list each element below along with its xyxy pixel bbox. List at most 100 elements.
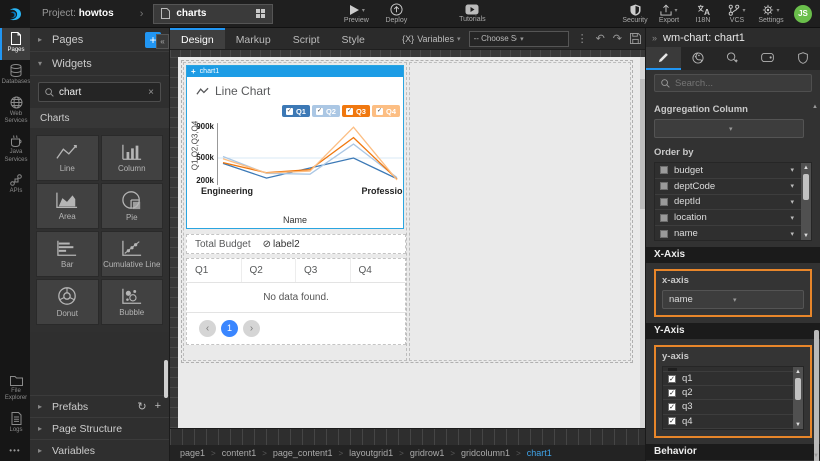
tab-events[interactable] (716, 47, 751, 70)
scroll-up-icon[interactable]: ▲ (803, 163, 809, 172)
checkbox-unchecked[interactable] (660, 166, 668, 174)
tab-styles[interactable] (681, 47, 716, 70)
scroll-thumb[interactable] (803, 174, 809, 200)
breadcrumb-chart1[interactable]: chart1 (527, 448, 552, 458)
order-chevron-icon[interactable]: ▾ (790, 166, 794, 174)
vcs-button[interactable]: ▾ VCS (720, 0, 754, 28)
order-item-budget[interactable]: budget ▾ (655, 163, 811, 179)
gridcolumn-left-outline[interactable]: + chart1 Line Chart ✓Q1 ✓Q2 (183, 62, 407, 361)
deploy-button[interactable]: Deploy (379, 0, 413, 28)
left-panel-scrollbar[interactable] (164, 360, 168, 398)
security-button[interactable]: Security (618, 0, 652, 28)
order-list-scrollbar[interactable]: ▲ ▼ (801, 163, 811, 240)
rail-item-web-services[interactable]: Web Services (0, 92, 30, 132)
save-icon[interactable] (630, 33, 641, 44)
widget-column[interactable]: Column (101, 135, 164, 181)
tab-script[interactable]: Script (282, 28, 331, 49)
collapse-right-panel-icon[interactable]: » (652, 33, 657, 43)
table-header-q4[interactable]: Q4 (351, 259, 406, 282)
legend-item-q1[interactable]: ✓Q1 (282, 105, 310, 117)
legend-item-q2[interactable]: ✓Q2 (312, 105, 340, 117)
chart-widget-header[interactable]: + chart1 (187, 66, 403, 77)
page-selector[interactable]: charts (153, 4, 273, 24)
tab-design[interactable]: Design (170, 28, 225, 49)
rail-item-pages[interactable]: Pages (0, 28, 30, 60)
checkbox-unchecked[interactable] (660, 198, 668, 206)
order-chevron-icon[interactable]: ▾ (790, 214, 794, 222)
tab-markup[interactable]: Markup (225, 28, 282, 49)
order-item-deptcode[interactable]: deptCode ▾ (655, 179, 811, 195)
design-canvas[interactable]: + chart1 Line Chart ✓Q1 ✓Q2 (178, 57, 645, 428)
rail-item-file-explorer[interactable]: File Explorer (0, 371, 30, 409)
user-avatar[interactable]: JS (794, 5, 812, 23)
scroll-up-icon[interactable]: ▲ (795, 367, 801, 376)
label-row-widget[interactable]: Total Budget ⊘ label2 (186, 234, 406, 254)
y-axis-scrollbar[interactable]: ▲ ▼ (793, 367, 803, 429)
widget-area[interactable]: Area (36, 183, 99, 229)
y-axis-item-q3[interactable]: ✓ q3 (663, 400, 803, 414)
x-axis-select[interactable]: name ▾ (662, 290, 804, 309)
rail-item-apis[interactable]: APIs (0, 170, 30, 201)
breadcrumb-page1[interactable]: page1 (180, 448, 205, 458)
checkbox-unchecked[interactable] (660, 230, 668, 238)
widget-search-input[interactable] (59, 87, 143, 98)
order-item-name[interactable]: name ▾ (655, 226, 811, 241)
i18n-button[interactable]: A I18N (686, 0, 720, 28)
widget-pie[interactable]: Pie (101, 183, 164, 229)
gridcolumn-right-outline[interactable] (409, 62, 631, 361)
layoutgrid-outline[interactable]: + chart1 Line Chart ✓Q1 ✓Q2 (181, 60, 633, 363)
pages-accordion[interactable]: ▸ Pages + (30, 28, 169, 52)
aggregation-column-select[interactable]: ▾ (654, 119, 804, 138)
clear-search-icon[interactable]: × (148, 87, 154, 98)
legend-item-q3[interactable]: ✓Q3 (342, 105, 370, 117)
rail-item-logs[interactable]: Logs (0, 408, 30, 440)
wavemaker-logo[interactable] (0, 0, 30, 28)
screen-size-select[interactable]: -- Choose Screen Size -- ▾ (469, 31, 569, 47)
order-item-deptid[interactable]: deptId ▾ (655, 195, 811, 211)
table-header-q2[interactable]: Q2 (242, 259, 297, 282)
tab-properties[interactable] (646, 47, 681, 70)
rail-item-java-services[interactable]: Java Services (0, 131, 30, 170)
tab-security[interactable] (785, 47, 820, 70)
pagination-next-icon[interactable]: › (243, 320, 260, 337)
chart-widget[interactable]: + chart1 Line Chart ✓Q1 ✓Q2 (186, 65, 404, 229)
page-structure-accordion[interactable]: ▸ Page Structure (30, 417, 169, 439)
props-scroll-up-icon[interactable]: ▲ (812, 104, 818, 110)
rail-more-icon[interactable]: ••• (0, 440, 30, 461)
preview-button[interactable]: ▾ Preview (339, 0, 373, 28)
page-grid-icon[interactable] (256, 9, 265, 18)
checkbox-unchecked[interactable] (660, 214, 668, 222)
rail-item-databases[interactable]: Databases (0, 60, 30, 92)
breadcrumb-layoutgrid1[interactable]: layoutgrid1 (349, 448, 393, 458)
widget-bar[interactable]: Bar (36, 231, 99, 277)
properties-scrollbar[interactable] (814, 330, 819, 461)
variables-accordion[interactable]: ▸ Variables (30, 439, 169, 461)
widget-search[interactable]: × (38, 82, 161, 102)
breadcrumb-gridcolumn1[interactable]: gridcolumn1 (461, 448, 510, 458)
widget-cumulative-line[interactable]: Cumulative Line (101, 231, 164, 277)
scroll-thumb[interactable] (795, 378, 801, 400)
y-axis-item-q4[interactable]: ✓ q4 (663, 415, 803, 429)
table-header-q1[interactable]: Q1 (187, 259, 242, 282)
order-chevron-icon[interactable]: ▾ (790, 198, 794, 206)
checkbox-checked[interactable]: ✓ (668, 403, 676, 411)
properties-search-box[interactable] (654, 74, 812, 92)
label2-widget[interactable]: ⊘ label2 (263, 239, 300, 250)
prefabs-add-icon[interactable]: + (155, 400, 161, 413)
y-axis-item-q1[interactable]: ✓ q1 (663, 372, 803, 386)
prefabs-accordion[interactable]: ▸ Prefabs ↻ + (30, 395, 169, 417)
scroll-down-icon[interactable]: ▼ (803, 231, 809, 240)
tab-style[interactable]: Style (331, 28, 376, 49)
checkbox-checked[interactable]: ✓ (668, 417, 676, 425)
redo-icon[interactable]: ↷ (613, 32, 622, 45)
breadcrumb-gridrow1[interactable]: gridrow1 (410, 448, 445, 458)
undo-icon[interactable]: ↶ (596, 32, 605, 45)
widgets-accordion[interactable]: ▾ Widgets (30, 52, 169, 76)
table-header-q3[interactable]: Q3 (296, 259, 351, 282)
widget-bubble[interactable]: Bubble (101, 279, 164, 325)
order-chevron-icon[interactable]: ▾ (790, 230, 794, 238)
pagination-page-1[interactable]: 1 (221, 320, 238, 337)
move-icon[interactable]: + (191, 67, 196, 76)
legend-item-q4[interactable]: ✓Q4 (372, 105, 400, 117)
chart-widget-body[interactable]: Line Chart ✓Q1 ✓Q2 ✓Q3 ✓Q4 900k (187, 77, 403, 228)
